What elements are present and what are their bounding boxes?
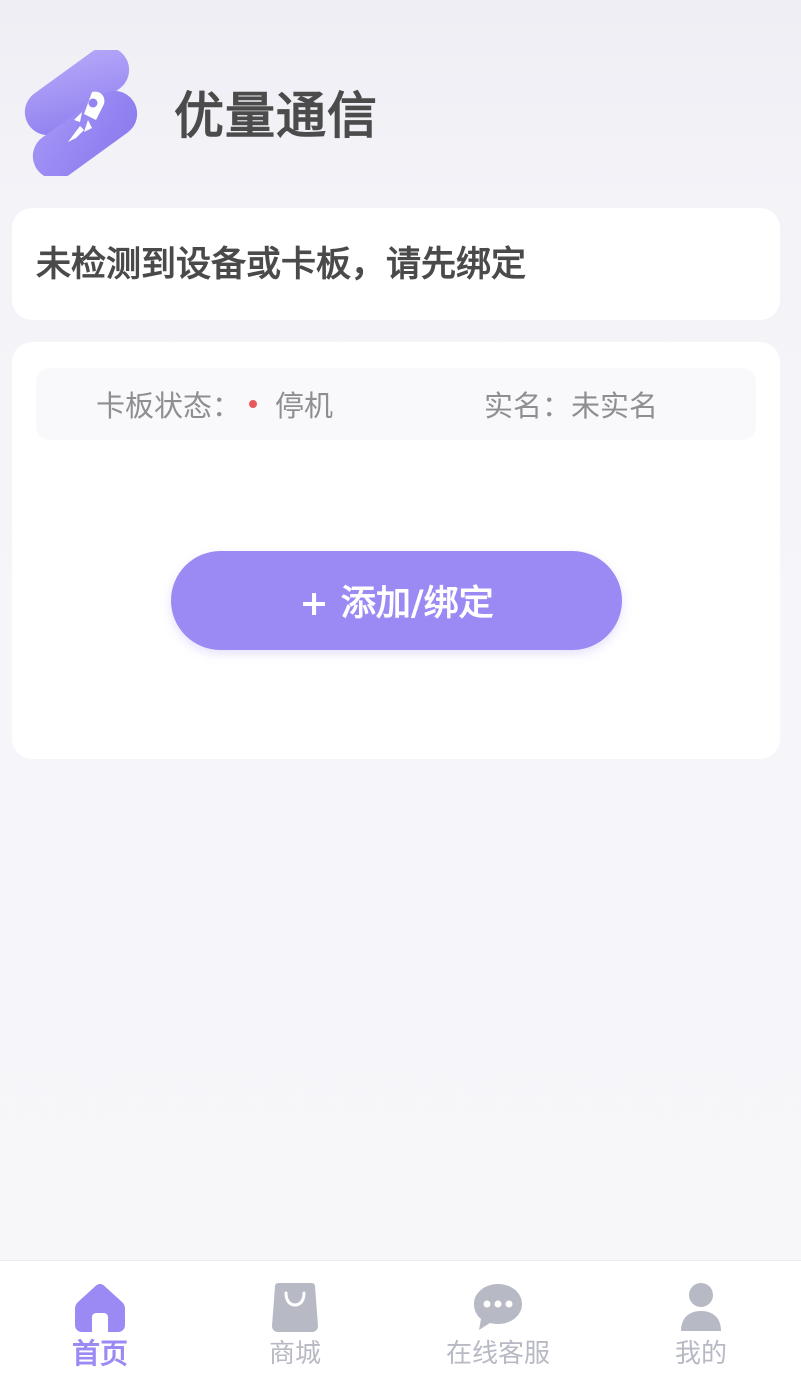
no-device-notice-text: 未检测到设备或卡板，请先绑定	[36, 245, 527, 285]
realname-value: 未实名	[571, 389, 659, 423]
tab-mine-label: 我的	[674, 1339, 727, 1369]
tab-shop-label: 商城	[268, 1339, 321, 1369]
bottom-tab-bar: 首页 商城 在线客服 我的	[0, 1260, 801, 1377]
device-notice-card: 未检测到设备或卡板，请先绑定	[12, 208, 780, 320]
status-dot-icon	[249, 400, 258, 408]
shopping-bag-icon	[272, 1283, 318, 1332]
home-icon	[75, 1284, 125, 1332]
realname-label: 实名：	[484, 389, 572, 423]
rocket-logo-icon	[24, 50, 138, 176]
tab-shop[interactable]: 商城	[195, 1261, 395, 1377]
add-bind-button[interactable]: + 添加/绑定	[171, 551, 622, 650]
user-icon	[681, 1283, 721, 1331]
realname-status: 实名： 未实名	[484, 368, 658, 440]
tab-home-label: 首页	[71, 1337, 128, 1370]
app-header: 优量通信	[0, 0, 801, 200]
app-title: 优量通信	[174, 87, 378, 145]
card-status-value: 停机	[275, 389, 334, 423]
status-summary-bar: 卡板状态： 停机 实名： 未实名	[36, 368, 756, 440]
card-status-label: 卡板状态：	[96, 389, 242, 423]
tab-customer-service[interactable]: 在线客服	[398, 1261, 598, 1377]
tab-home[interactable]: 首页	[0, 1261, 200, 1377]
card-status: 卡板状态： 停机	[96, 368, 333, 440]
card-info-panel: 卡板状态： 停机 实名： 未实名 + 添加/绑定	[12, 342, 780, 759]
chat-bubble-icon	[474, 1284, 522, 1330]
tab-customer-service-label: 在线客服	[445, 1339, 550, 1369]
tab-mine[interactable]: 我的	[601, 1261, 801, 1377]
